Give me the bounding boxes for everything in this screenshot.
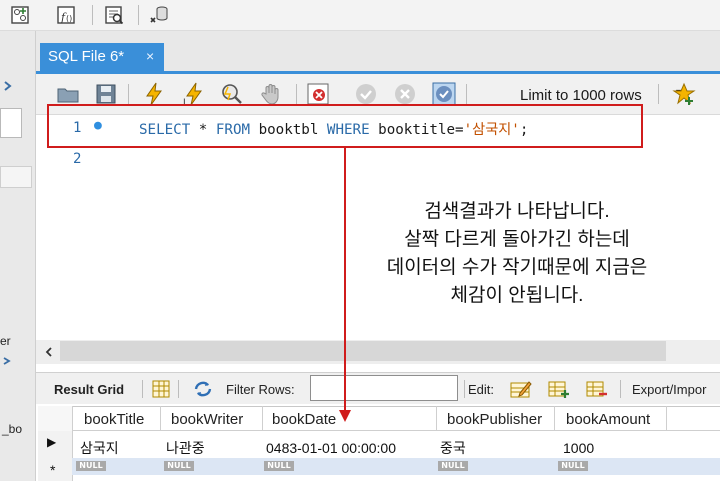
toolbar-separator [464, 380, 465, 398]
annotation-line: 살짝 다르게 돌아가긴 하는데 [404, 229, 630, 250]
annotation-line: 체감이 안됩니다. [450, 285, 584, 306]
highlight-box [47, 104, 643, 148]
edit-row-icon[interactable] [510, 379, 532, 399]
tab-close-icon[interactable]: × [146, 48, 154, 64]
grid-corner [38, 406, 73, 431]
annotation-text: 검색결과가 나타납니다. 살짝 다르게 돌아가긴 하는데 데이터의 수가 작기때… [352, 198, 682, 310]
limit-rows-value: Limit to 1000 rows [520, 87, 642, 104]
new-row-marker: * [50, 462, 56, 478]
expand-arrow-icon[interactable] [2, 356, 12, 366]
annotation-line: 데이터의 수가 작기때문에 지금은 [386, 257, 648, 278]
main-toolbar: f() [0, 0, 720, 31]
add-row-icon[interactable] [548, 379, 570, 399]
grid-cell[interactable]: 0483-01-01 00:00:00 [266, 440, 396, 456]
svg-text:(): () [66, 14, 72, 23]
column-header-bookwriter[interactable]: bookWriter [171, 411, 243, 428]
new-schema-icon[interactable] [9, 4, 31, 26]
null-badge: NULL [264, 461, 294, 471]
null-badge: NULL [164, 461, 194, 471]
grid-layout-icon[interactable] [152, 380, 170, 398]
toolbar-separator [178, 380, 179, 398]
null-badge: NULL [76, 461, 106, 471]
scroll-left-icon[interactable] [44, 346, 54, 358]
grid-cell[interactable]: 중국 [440, 438, 466, 458]
toolbar-separator [138, 5, 139, 25]
execute-current-icon[interactable]: I [182, 82, 206, 106]
navigator-item-label[interactable]: er [0, 334, 11, 348]
column-header-bookdate[interactable]: bookDate [272, 411, 336, 428]
column-divider [262, 406, 263, 431]
filter-rows-label: Filter Rows: [226, 382, 295, 397]
column-header-booktitle[interactable]: bookTitle [84, 411, 144, 428]
refresh-icon[interactable] [192, 380, 214, 398]
stop-icon[interactable] [260, 82, 284, 106]
current-row-icon: ▶ [47, 435, 57, 449]
tab-sql-file[interactable]: SQL File 6* × [40, 43, 164, 71]
open-file-icon[interactable] [56, 82, 80, 106]
annotation-line: 검색결과가 나타납니다. [424, 201, 610, 222]
toolbar-separator [620, 380, 621, 398]
export-import-label[interactable]: Export/Impor [632, 382, 706, 397]
navigator-search-input[interactable] [0, 108, 22, 138]
header-divider [72, 430, 720, 431]
toggle-error-icon[interactable] [306, 82, 330, 106]
filter-rows-input[interactable] [310, 375, 458, 401]
column-header-bookpublisher[interactable]: bookPublisher [447, 411, 542, 428]
null-badge: NULL [438, 461, 468, 471]
add-snippet-icon[interactable] [672, 82, 696, 106]
line-gutter [36, 115, 100, 340]
navigator-tab[interactable] [0, 166, 32, 188]
auto-commit-icon[interactable] [432, 82, 456, 106]
execute-icon[interactable] [142, 82, 166, 106]
save-icon[interactable] [94, 82, 118, 106]
null-badge: NULL [558, 461, 588, 471]
collapse-arrow-icon[interactable] [2, 80, 14, 92]
grid-cell[interactable]: 삼국지 [80, 438, 119, 458]
toolbar-separator [658, 84, 659, 104]
delete-row-icon[interactable] [586, 379, 608, 399]
row-header[interactable] [38, 458, 73, 481]
tab-label: SQL File 6* [48, 48, 125, 65]
edit-label: Edit: [468, 382, 495, 397]
toolbar-separator [142, 380, 143, 398]
column-divider [160, 406, 161, 431]
column-divider [436, 406, 437, 431]
new-function-icon[interactable]: f() [55, 4, 77, 26]
line-number: 2 [73, 151, 82, 167]
column-divider [666, 406, 667, 431]
navigator-panel [0, 31, 36, 481]
toolbar-separator [466, 84, 467, 104]
reconnect-icon[interactable] [148, 4, 170, 26]
rollback-icon[interactable] [393, 82, 417, 106]
inspector-icon[interactable] [103, 4, 125, 26]
grid-cell[interactable]: 나관중 [166, 438, 205, 458]
explain-icon[interactable] [220, 82, 244, 106]
toolbar-separator [128, 84, 129, 104]
grid-cell[interactable]: 1000 [563, 440, 594, 456]
scrollbar-thumb[interactable] [60, 341, 666, 361]
toolbar-separator [92, 5, 93, 25]
column-header-bookamount[interactable]: bookAmount [566, 411, 650, 428]
toolbar-separator [296, 84, 297, 104]
commit-icon[interactable] [354, 82, 378, 106]
navigator-item-label[interactable]: _bo [2, 422, 22, 436]
result-grid-tab[interactable]: Result Grid [54, 382, 124, 397]
column-divider [554, 406, 555, 431]
